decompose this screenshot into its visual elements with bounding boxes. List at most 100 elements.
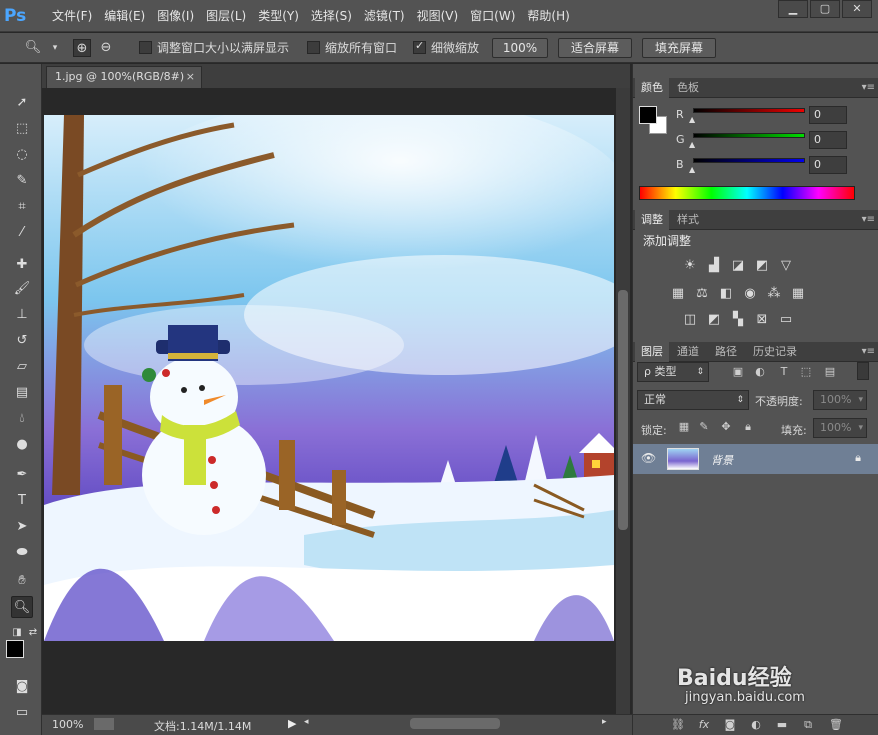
history-brush-tool-icon[interactable]: ↺ — [11, 330, 33, 352]
quick-mask-icon[interactable]: ◙ — [11, 676, 33, 698]
swap-colors-icon[interactable]: ⇄ — [22, 622, 44, 644]
zoom-tool-preset-icon[interactable]: 🔍︎ — [24, 39, 42, 57]
menu-edit[interactable]: 编辑(E) — [98, 0, 151, 32]
menu-help[interactable]: 帮助(H) — [521, 0, 575, 32]
blue-value[interactable]: 0 — [809, 156, 847, 174]
brush-tool-icon[interactable]: 🖌︎ — [11, 278, 33, 300]
panel-menu-icon[interactable]: ▾≡ — [862, 342, 875, 362]
marquee-tool-icon[interactable]: ⬚ — [11, 118, 33, 140]
chevron-down-icon[interactable]: ▾ — [46, 39, 64, 57]
shape-tool-icon[interactable]: ⬬ — [11, 542, 33, 564]
menu-layer[interactable]: 图层(L) — [200, 0, 252, 32]
actual-pixels-button[interactable]: 100% — [492, 38, 548, 58]
black-white-icon[interactable]: ◧ — [717, 286, 735, 302]
link-layers-icon[interactable]: ⛓ — [671, 718, 685, 732]
foreground-color-swatch[interactable] — [6, 640, 24, 658]
gradient-tool-icon[interactable]: ▤ — [11, 382, 33, 404]
path-selection-tool-icon[interactable]: ➤ — [11, 516, 33, 538]
color-lookup-icon[interactable]: ▦ — [789, 286, 807, 302]
layer-filter-dropdown[interactable]: ρ 类型 ⇕ — [637, 362, 709, 382]
new-adjustment-layer-icon[interactable]: ◐ — [749, 718, 763, 732]
tab-history[interactable]: 历史记录 — [747, 342, 803, 362]
green-value[interactable]: 0 — [809, 131, 847, 149]
green-slider[interactable] — [693, 133, 805, 138]
lock-all-icon[interactable]: 🔒︎ — [741, 420, 755, 434]
panel-menu-icon[interactable]: ▾≡ — [862, 210, 875, 230]
tab-swatches[interactable]: 色板 — [671, 78, 705, 98]
close-icon[interactable]: × — [186, 67, 195, 87]
levels-icon[interactable]: ▟ — [705, 258, 723, 274]
tab-channels[interactable]: 通道 — [671, 342, 705, 362]
blur-tool-icon[interactable]: 💧︎ — [11, 408, 33, 430]
healing-brush-tool-icon[interactable]: ✚ — [11, 254, 33, 276]
filter-pixel-icon[interactable]: ▣ — [731, 365, 745, 379]
zoom-all-windows-checkbox[interactable] — [307, 41, 320, 54]
document-image[interactable] — [44, 115, 614, 641]
lock-position-icon[interactable]: ✥ — [719, 420, 733, 434]
filter-adjustment-icon[interactable]: ◐ — [753, 365, 767, 379]
layer-row[interactable]: 👁︎ 背景 🔒︎ — [633, 444, 878, 474]
zoom-out-icon[interactable]: ⊖ — [97, 39, 115, 57]
screen-mode-icon[interactable]: ▭ — [11, 702, 33, 724]
vertical-scroll-thumb[interactable] — [618, 290, 628, 530]
menu-type[interactable]: 类型(Y) — [252, 0, 305, 32]
channel-mixer-icon[interactable]: ⁂ — [765, 286, 783, 302]
blue-slider[interactable] — [693, 158, 805, 163]
gradient-map-icon[interactable]: ▭ — [777, 312, 795, 328]
menu-filter[interactable]: 滤镜(T) — [358, 0, 411, 32]
lock-image-icon[interactable]: ✎ — [697, 420, 711, 434]
dodge-tool-icon[interactable]: ● — [11, 434, 33, 456]
tab-styles[interactable]: 样式 — [671, 210, 705, 230]
color-panel-foreground-swatch[interactable] — [639, 106, 657, 124]
new-group-icon[interactable]: ▬ — [775, 718, 789, 732]
horizontal-scroll-thumb[interactable] — [410, 718, 500, 729]
lock-transparent-icon[interactable]: ▦ — [677, 420, 691, 434]
layer-name[interactable]: 背景 — [711, 452, 733, 468]
add-mask-icon[interactable]: ◙ — [723, 718, 737, 732]
hand-tool-icon[interactable]: ✋︎ — [11, 570, 33, 592]
filter-type-icon[interactable]: T — [777, 365, 791, 379]
restore-button[interactable]: ▢ — [810, 0, 840, 18]
filter-smart-object-icon[interactable]: ▤ — [823, 365, 837, 379]
menu-select[interactable]: 选择(S) — [305, 0, 358, 32]
blue-slider-handle[interactable]: ▲ — [689, 165, 695, 174]
clone-stamp-tool-icon[interactable]: ⊥ — [11, 304, 33, 326]
crop-tool-icon[interactable]: ⌗ — [11, 196, 33, 218]
resize-windows-checkbox[interactable] — [139, 41, 152, 54]
delete-layer-icon[interactable]: 🗑︎ — [829, 718, 843, 732]
fit-screen-button[interactable]: 适合屏幕 — [558, 38, 632, 58]
layer-style-icon[interactable]: fx — [697, 718, 711, 732]
lasso-tool-icon[interactable]: ◌ — [11, 144, 33, 166]
minimize-button[interactable]: ▁ — [778, 0, 808, 18]
fill-screen-button[interactable]: 填充屏幕 — [642, 38, 716, 58]
new-layer-icon[interactable]: ⧉ — [801, 718, 815, 732]
scrubby-zoom-checkbox[interactable] — [413, 39, 426, 54]
filter-toggle[interactable] — [857, 362, 869, 380]
fill-field[interactable]: 100% ▾ — [813, 418, 867, 438]
red-value[interactable]: 0 — [809, 106, 847, 124]
vibrance-icon[interactable]: ▽ — [777, 258, 795, 274]
scroll-right-icon[interactable]: ▸ — [602, 717, 607, 727]
selective-color-icon[interactable]: ⊠ — [753, 312, 771, 328]
menu-file[interactable]: 文件(F) — [46, 0, 98, 32]
zoom-tool-icon[interactable]: 🔍︎ — [11, 596, 33, 618]
quick-select-tool-icon[interactable]: ✎ — [11, 170, 33, 192]
green-slider-handle[interactable]: ▲ — [689, 140, 695, 149]
threshold-icon[interactable]: ▚ — [729, 312, 747, 328]
tab-layers[interactable]: 图层 — [635, 342, 669, 362]
type-tool-icon[interactable]: T — [11, 490, 33, 512]
zoom-in-icon[interactable]: ⊕ — [73, 39, 91, 57]
invert-icon[interactable]: ◫ — [681, 312, 699, 328]
color-balance-icon[interactable]: ⚖ — [693, 286, 711, 302]
curves-icon[interactable]: ◪ — [729, 258, 747, 274]
photo-filter-icon[interactable]: ◉ — [741, 286, 759, 302]
eye-icon[interactable]: 👁︎ — [641, 451, 656, 465]
hue-saturation-icon[interactable]: ▦ — [669, 286, 687, 302]
panel-menu-icon[interactable]: ▾≡ — [862, 78, 875, 98]
red-slider[interactable] — [693, 108, 805, 113]
tab-adjustments[interactable]: 调整 — [635, 210, 669, 230]
status-menu-arrow-icon[interactable]: ▶ — [288, 717, 296, 730]
eyedropper-tool-icon[interactable]: ⁄ — [11, 222, 33, 244]
tab-paths[interactable]: 路径 — [709, 342, 743, 362]
menu-image[interactable]: 图像(I) — [151, 0, 200, 32]
